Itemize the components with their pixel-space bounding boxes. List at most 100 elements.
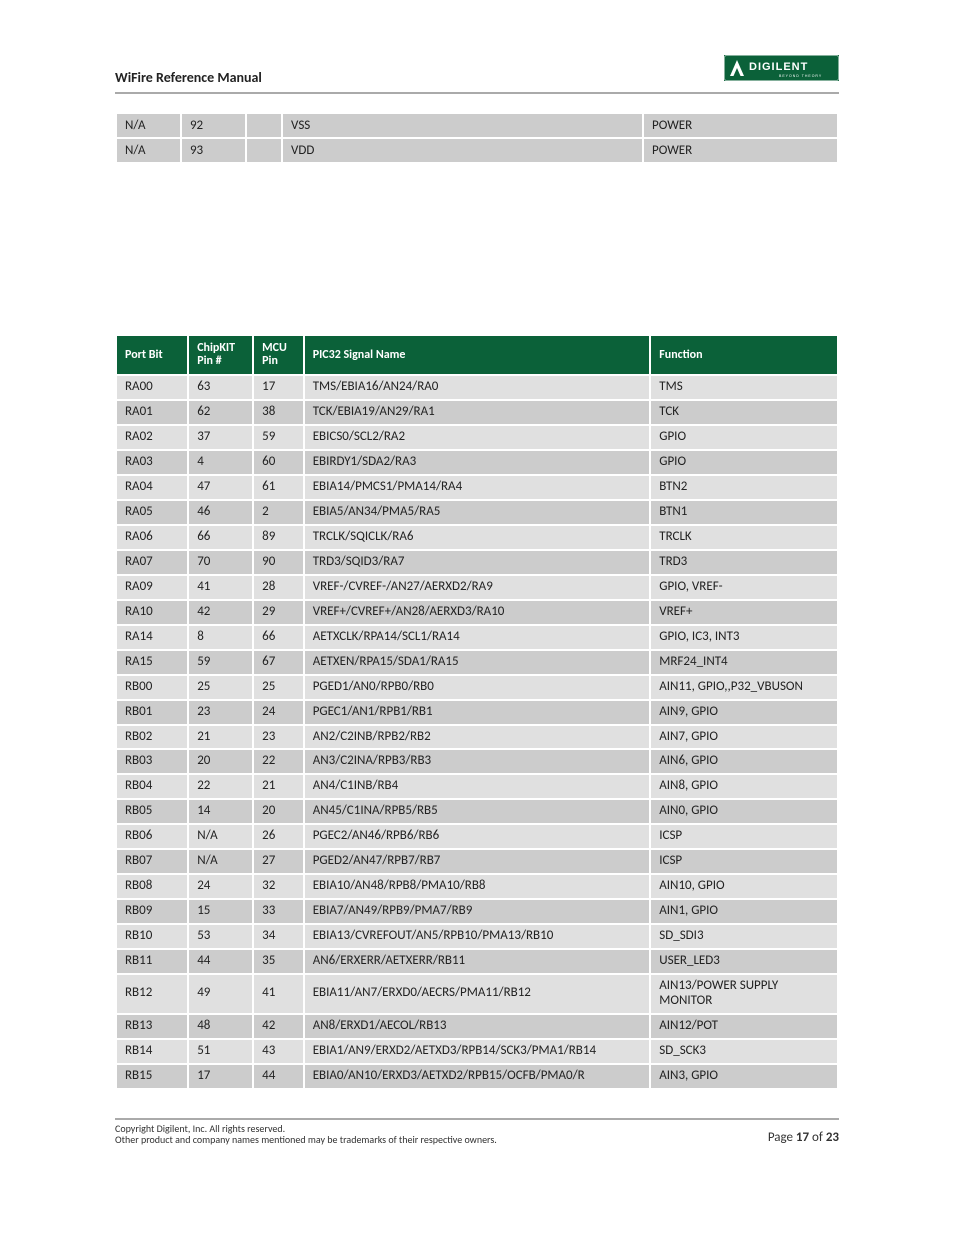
- th-signal: PIC32 Signal Name: [304, 335, 651, 375]
- table-cell: SD_SCK3: [650, 1039, 838, 1064]
- table-cell: RB02: [116, 725, 188, 750]
- table-cell: N/A: [116, 138, 181, 163]
- footer-page-number: Page 17 of 23: [768, 1130, 839, 1145]
- table-cell: 90: [253, 550, 304, 575]
- table-row: RA066689TRCLK/SQICLK/RA6TRCLK: [116, 525, 838, 550]
- table-cell: 35: [253, 949, 304, 974]
- table-row: RB07N/A27PGED2/AN47/RPB7/RB7ICSP: [116, 849, 838, 874]
- table-cell: 8: [188, 625, 253, 650]
- table-cell: N/A: [188, 824, 253, 849]
- table-cell: 60: [253, 450, 304, 475]
- table-cell: 21: [253, 774, 304, 799]
- table-cell: 66: [253, 625, 304, 650]
- table-cell: RB04: [116, 774, 188, 799]
- table-cell: EBIA13/CVREFOUT/AN5/RPB10/PMA13/RB10: [304, 924, 651, 949]
- table-cell: AIN8, GPIO: [650, 774, 838, 799]
- table-cell: 23: [188, 700, 253, 725]
- logo-sub-text: BEYOND THEORY: [779, 74, 822, 78]
- table-cell: 17: [188, 1064, 253, 1089]
- table-cell: AIN3, GPIO: [650, 1064, 838, 1089]
- table-cell: TRCLK/SQICLK/RA6: [304, 525, 651, 550]
- table-cell: EBICS0/SCL2/RA2: [304, 425, 651, 450]
- table-cell: AETXEN/RPA15/SDA1/RA15: [304, 650, 651, 675]
- th-mcu-pin: MCU Pin: [253, 335, 304, 375]
- table-cell: USER_LED3: [650, 949, 838, 974]
- table-cell: 59: [188, 650, 253, 675]
- table-cell: 23: [253, 725, 304, 750]
- table-cell: AN6/ERXERR/AETXERR/RB11: [304, 949, 651, 974]
- table-cell: 17: [253, 375, 304, 400]
- table-row: RA044761EBIA14/PMCS1/PMA14/RA4BTN2: [116, 475, 838, 500]
- table-cell: RA10: [116, 600, 188, 625]
- table-cell: 29: [253, 600, 304, 625]
- page-of: of: [809, 1130, 826, 1145]
- table-cell: 44: [253, 1064, 304, 1089]
- table-cell: GPIO: [650, 425, 838, 450]
- table-row: N/A93VDDPOWER: [116, 138, 838, 163]
- table-row: RA104229VREF+/CVREF+/AN28/AERXD3/RA10VRE…: [116, 600, 838, 625]
- th-function: Function: [650, 335, 838, 375]
- table-cell: AIN12/POT: [650, 1014, 838, 1039]
- table-cell: RA14: [116, 625, 188, 650]
- table-cell: 42: [253, 1014, 304, 1039]
- table-row: RB012324PGEC1/AN1/RPB1/RB1AIN9, GPIO: [116, 700, 838, 725]
- table-cell: EBIA10/AN48/RPB8/PMA10/RB8: [304, 874, 651, 899]
- table-cell: TCK/EBIA19/AN29/RA1: [304, 400, 651, 425]
- table-cell: AN3/C2INA/RPB3/RB3: [304, 749, 651, 774]
- table-cell: GPIO: [650, 450, 838, 475]
- table-row: RB022123AN2/C2INB/RPB2/RB2AIN7, GPIO: [116, 725, 838, 750]
- table-row: RA14866AETXCLK/RPA14/SCL1/RA14GPIO, IC3,…: [116, 625, 838, 650]
- table-cell: RB13: [116, 1014, 188, 1039]
- table-cell: RB12: [116, 974, 188, 1014]
- table-cell: RB01: [116, 700, 188, 725]
- table-row: RB105334EBIA13/CVREFOUT/AN5/RPB10/PMA13/…: [116, 924, 838, 949]
- table-cell: VREF-/CVREF-/AN27/AERXD2/RA9: [304, 575, 651, 600]
- table-cell: 27: [253, 849, 304, 874]
- table-cell: 63: [188, 375, 253, 400]
- table-cell: 62: [188, 400, 253, 425]
- table-cell: 53: [188, 924, 253, 949]
- table-row: RB124941EBIA11/AN7/ERXD0/AECRS/PMA11/RB1…: [116, 974, 838, 1014]
- table-row: RA05462EBIA5/AN34/PMA5/RA5BTN1: [116, 500, 838, 525]
- table-cell: RB03: [116, 749, 188, 774]
- table-cell: 51: [188, 1039, 253, 1064]
- table-cell: AIN0, GPIO: [650, 799, 838, 824]
- table-cell: RB15: [116, 1064, 188, 1089]
- table-cell: 43: [253, 1039, 304, 1064]
- table-cell: RB14: [116, 1039, 188, 1064]
- table-cell: RA04: [116, 475, 188, 500]
- table-cell: 24: [188, 874, 253, 899]
- table-cell: 46: [188, 500, 253, 525]
- digilent-logo: DIGILENT BEYOND THEORY: [724, 55, 839, 86]
- table-cell: PGEC2/AN46/RPB6/RB6: [304, 824, 651, 849]
- table-cell: 44: [188, 949, 253, 974]
- footer-trademark: Other product and company names mentione…: [115, 1134, 497, 1145]
- table-cell: 14: [188, 799, 253, 824]
- table-cell: 2: [253, 500, 304, 525]
- table-cell: AN2/C2INB/RPB2/RB2: [304, 725, 651, 750]
- table-row: RA077090TRD3/SQID3/RA7TRD3: [116, 550, 838, 575]
- table-cell: 61: [253, 475, 304, 500]
- table-cell: 20: [188, 749, 253, 774]
- table-cell: TCK: [650, 400, 838, 425]
- table-cell: N/A: [188, 849, 253, 874]
- document-title: WiFire Reference Manual: [115, 69, 262, 86]
- page-total: 23: [826, 1130, 839, 1145]
- table-row: RB082432EBIA10/AN48/RPB8/PMA10/RB8AIN10,…: [116, 874, 838, 899]
- table-cell: N/A: [116, 113, 181, 138]
- table-cell: RA09: [116, 575, 188, 600]
- table-cell: VSS: [282, 113, 643, 138]
- table-cell: TMS: [650, 375, 838, 400]
- table-cell: 37: [188, 425, 253, 450]
- table-cell: 21: [188, 725, 253, 750]
- table-cell: RB05: [116, 799, 188, 824]
- table-cell: 38: [253, 400, 304, 425]
- table-cell: 33: [253, 899, 304, 924]
- table-row: RA094128VREF-/CVREF-/AN27/AERXD2/RA9GPIO…: [116, 575, 838, 600]
- page-footer: Copyright Digilent, Inc. All rights rese…: [115, 1118, 839, 1145]
- table-cell: RB07: [116, 849, 188, 874]
- table-cell: 24: [253, 700, 304, 725]
- table-row: RB06N/A26PGEC2/AN46/RPB6/RB6ICSP: [116, 824, 838, 849]
- table-cell: 70: [188, 550, 253, 575]
- table-cell: RB11: [116, 949, 188, 974]
